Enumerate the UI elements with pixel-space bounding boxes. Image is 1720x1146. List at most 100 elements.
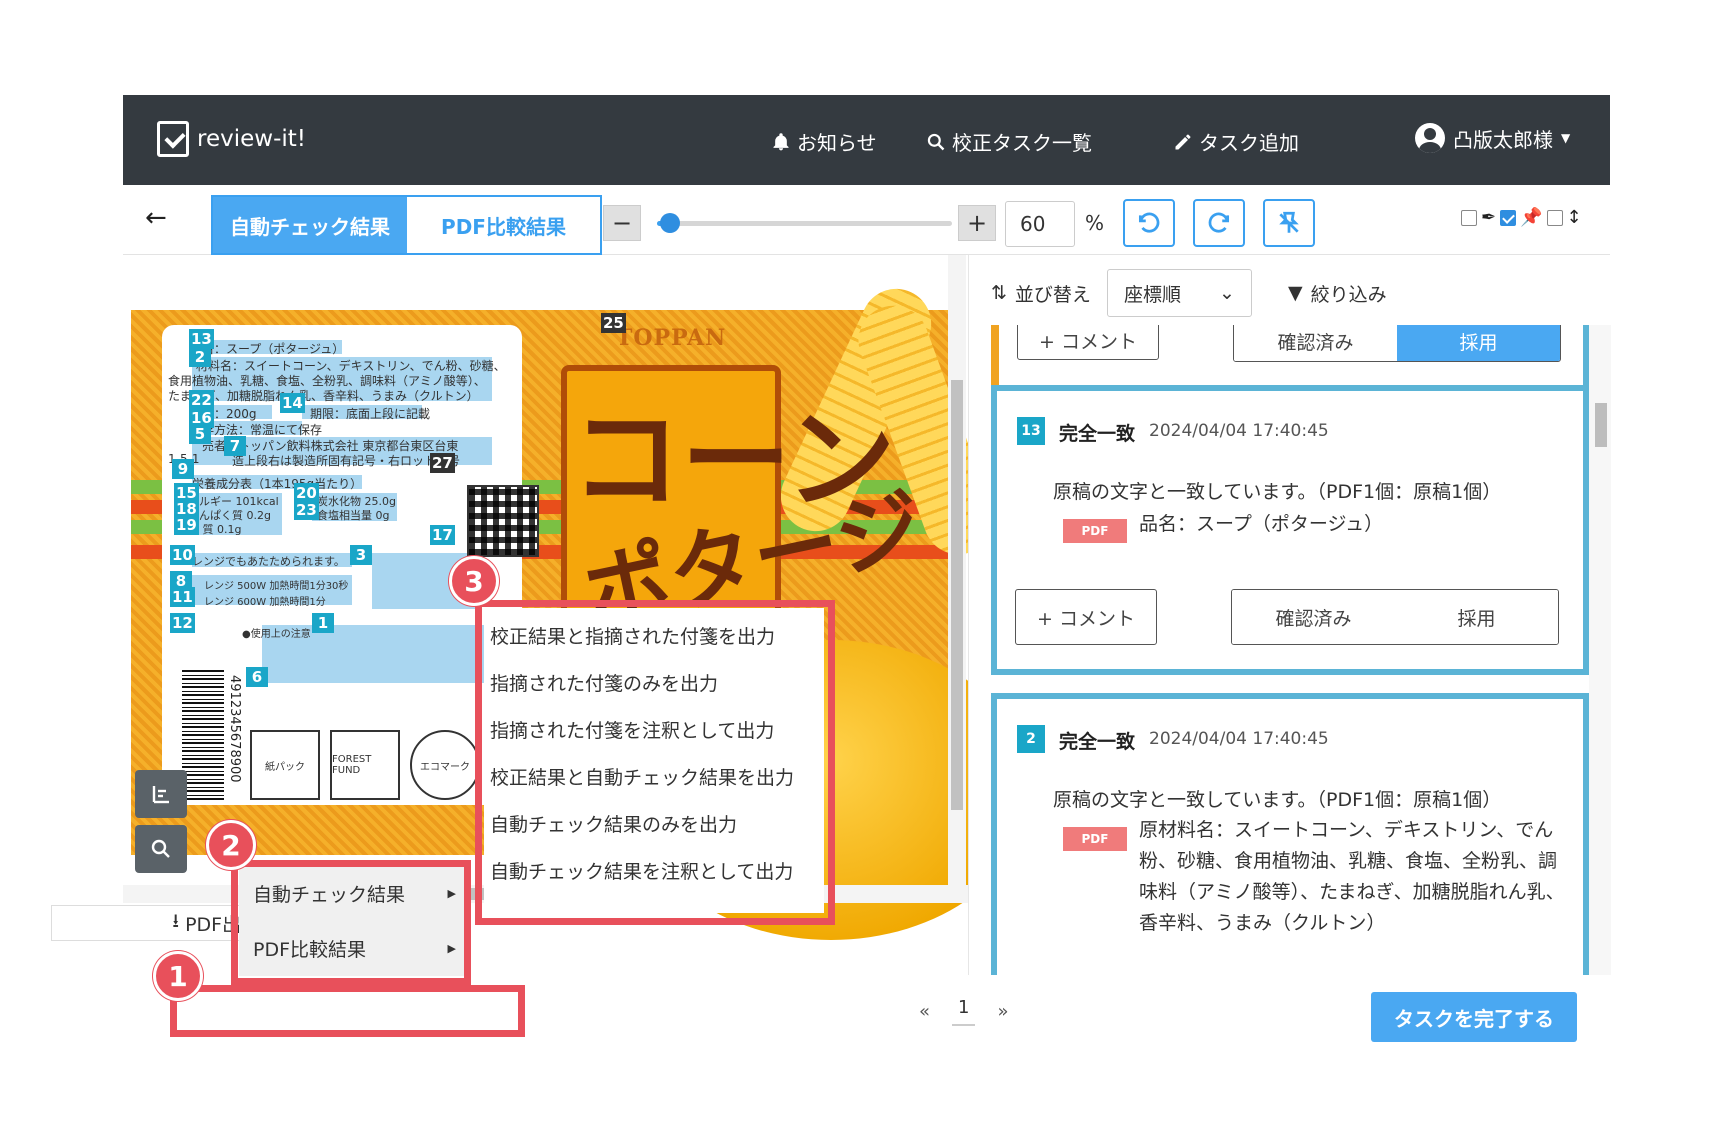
scrollbar-thumb[interactable]: [1595, 403, 1607, 447]
filter-icon: ▼: [1287, 282, 1303, 304]
zoom-slider[interactable]: [657, 213, 952, 233]
user-avatar-icon: [1415, 123, 1445, 153]
add-comment-button[interactable]: + コメント: [1015, 589, 1157, 645]
sort-filter-bar: ⇅ 並び替え 座標順 ⌄ ▼ 絞り込み: [991, 269, 1387, 317]
label-text: 名：スープ（ポタージュ）: [202, 342, 345, 356]
nav-add-task[interactable]: タスク追加: [1173, 127, 1299, 156]
list-view-button[interactable]: [135, 770, 187, 818]
marker-badge[interactable]: 23: [294, 500, 319, 520]
barcode-number: 4912345678900: [227, 675, 242, 783]
label-text: 食塩相当量 0g: [317, 509, 390, 522]
eco-mark-eco: エコマーク: [410, 730, 480, 800]
highlight-frame-1: [170, 985, 525, 1037]
sort-select[interactable]: 座標順 ⌄: [1106, 269, 1252, 317]
callout-1: 1: [153, 951, 203, 1001]
result-list: + コメント 確認済み 採用 13 完全一致 2024/04/04 17:40:…: [969, 325, 1589, 975]
marker-badge[interactable]: 3: [350, 545, 372, 565]
pdf-source-tag: PDF: [1063, 827, 1127, 851]
marker-badge[interactable]: 6: [246, 667, 268, 687]
label-text: レンジでもあたためられます。: [192, 555, 345, 568]
logo-text: review-it!: [197, 126, 306, 152]
marker-badge[interactable]: 7: [224, 436, 246, 456]
label-text: たまねぎ、加糖脱脂れん乳、香辛料、うまみ（クルトン）: [168, 389, 479, 403]
marker-badge[interactable]: 13: [189, 329, 214, 349]
tab-pdf-compare[interactable]: PDF比較結果: [407, 197, 600, 253]
adopt-button[interactable]: 採用: [1397, 325, 1560, 361]
app-logo[interactable]: review-it!: [157, 121, 306, 157]
pdf-source-tag: PDF: [1063, 519, 1127, 543]
card-status: 完全一致: [1059, 731, 1136, 753]
sort-label: 並び替え: [1014, 283, 1091, 306]
rotate-right-button[interactable]: [1193, 199, 1245, 247]
nav-task-list-label: 校正タスク一覧: [952, 131, 1092, 155]
marker-badge[interactable]: 9: [172, 459, 194, 479]
zoom-in-button[interactable]: +: [958, 205, 996, 241]
marker-badge[interactable]: 25: [601, 313, 626, 333]
qr-code: [467, 485, 539, 557]
download-icon: ⭳: [172, 910, 180, 932]
card-message: 原稿の文字と一致しています。（PDF1個：原稿1個）: [1053, 481, 1502, 503]
complete-task-button[interactable]: タスクを完了する: [1371, 992, 1577, 1042]
marker-off-icon: [1279, 211, 1299, 233]
back-button[interactable]: ←: [145, 203, 167, 233]
label-text: ●使用上の注意: [242, 629, 311, 640]
page-prev-button[interactable]: «: [919, 1001, 930, 1022]
marker-badge[interactable]: 19: [174, 515, 199, 535]
user-menu[interactable]: 凸版太郎様 ▼: [1415, 123, 1570, 153]
marker-badge[interactable]: 5: [189, 424, 211, 444]
marker-badge[interactable]: 14: [280, 393, 305, 413]
rotate-left-button[interactable]: [1123, 199, 1175, 247]
rotate-left-icon: [1138, 212, 1160, 233]
result-card: 2 完全一致 2024/04/04 17:40:45 原稿の文字と一致しています…: [991, 693, 1589, 975]
adopt-button[interactable]: 採用: [1395, 590, 1558, 644]
review-toggle: 確認済み 採用: [1233, 325, 1561, 362]
zoom-input[interactable]: 60: [1005, 201, 1075, 247]
marker-badge[interactable]: 10: [170, 545, 195, 565]
confirmed-button[interactable]: 確認済み: [1232, 590, 1395, 644]
list-icon: [152, 786, 169, 804]
label-text: レンジ 500W 加熱時間1分30秒: [204, 581, 349, 592]
display-toggles: ✒ 📌 ↕: [1461, 207, 1582, 228]
rotate-right-icon: [1208, 212, 1230, 233]
marker-badge[interactable]: 11: [170, 587, 195, 607]
card-matched-text: 品名：スープ（ポタージュ）: [1139, 513, 1384, 535]
page-current[interactable]: 1: [952, 997, 976, 1026]
marker-badge[interactable]: 12: [170, 613, 195, 633]
chevron-down-icon: ⌄: [1219, 282, 1235, 304]
search-icon: [927, 133, 945, 150]
result-card: 13 完全一致 2024/04/04 17:40:45 原稿の文字と一致していま…: [991, 385, 1589, 675]
nav-task-list[interactable]: 校正タスク一覧: [926, 127, 1092, 156]
marker-badge[interactable]: 17: [430, 525, 455, 545]
logo-icon: [157, 121, 189, 157]
search-tool-button[interactable]: [135, 825, 187, 873]
highlight-frame-3: [475, 600, 835, 925]
sort-select-value: 座標順: [1123, 283, 1181, 306]
add-comment-button[interactable]: + コメント: [1017, 325, 1159, 360]
page-next-button[interactable]: »: [997, 1001, 1008, 1022]
scrollbar-thumb[interactable]: [951, 380, 963, 810]
viewer-vertical-scrollbar[interactable]: [948, 255, 966, 885]
pin-toggle-checkbox[interactable]: [1500, 209, 1517, 226]
pen-icon: ✒: [1481, 207, 1497, 228]
marker-badge[interactable]: 27: [430, 453, 455, 473]
marker-badge[interactable]: 2: [189, 347, 211, 367]
nav-add-task-label: タスク追加: [1199, 131, 1299, 155]
hide-markers-button[interactable]: [1263, 199, 1315, 247]
panel-scrollbar[interactable]: [1589, 325, 1611, 975]
marker-badge[interactable]: 22: [189, 390, 214, 410]
zoom-slider-handle[interactable]: [660, 213, 680, 233]
pen-toggle-checkbox[interactable]: [1461, 209, 1477, 226]
confirmed-button[interactable]: 確認済み: [1234, 325, 1397, 361]
resize-vertical-icon: ↕: [1566, 207, 1582, 228]
check-result-panel: ⇅ 並び替え 座標順 ⌄ ▼ 絞り込み + コメント 確認済み 採用 13 完全…: [968, 255, 1611, 975]
filter-button[interactable]: 絞り込み: [1311, 280, 1387, 307]
highlight-frame-2: [231, 860, 471, 985]
zoom-out-button[interactable]: −: [603, 205, 641, 241]
eco-mark-forest-fund: FOREST FUND: [330, 730, 400, 800]
nav-notifications[interactable]: お知らせ: [771, 127, 877, 156]
user-name: 凸版太郎様: [1453, 127, 1553, 152]
resize-toggle-checkbox[interactable]: [1546, 209, 1563, 226]
marker-badge[interactable]: 1: [312, 613, 334, 633]
tab-auto-check[interactable]: 自動チェック結果: [213, 197, 407, 253]
review-toggle: 確認済み 採用: [1231, 589, 1559, 645]
